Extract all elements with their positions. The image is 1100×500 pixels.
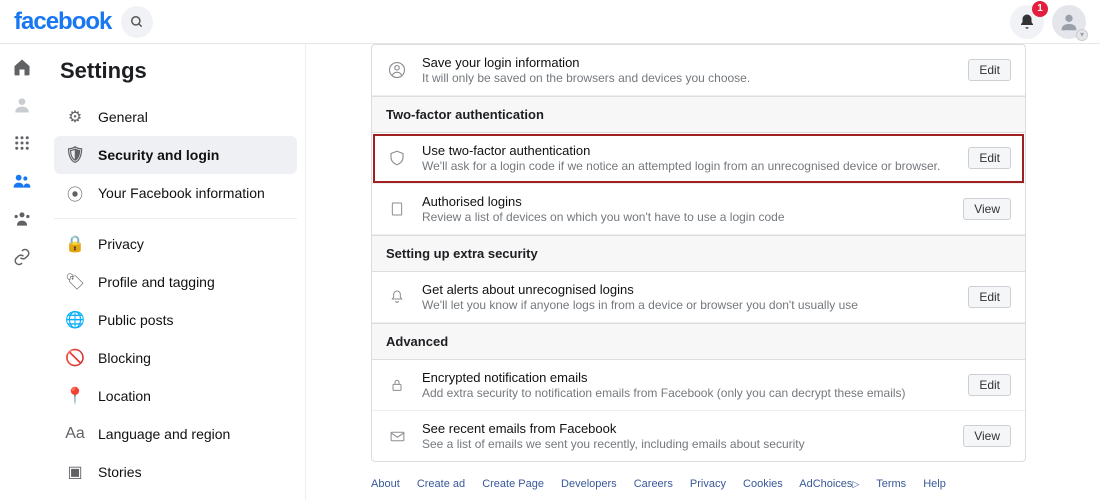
bell-icon xyxy=(1018,13,1036,31)
footer-link-adchoices[interactable]: AdChoices▷ xyxy=(799,478,859,490)
tag-icon: 🏷 xyxy=(64,271,86,293)
friends-icon[interactable] xyxy=(11,170,33,192)
nav-privacy[interactable]: 🔒Privacy xyxy=(54,225,297,263)
nav-journalist-resources[interactable]: 👤Journalist resources xyxy=(54,491,297,500)
device-icon xyxy=(386,201,408,217)
footer: About Create ad Create Page Developers C… xyxy=(371,478,1026,500)
nav-general[interactable]: ⚙General xyxy=(54,98,297,136)
section-extra-security: Setting up extra security xyxy=(372,235,1025,272)
shield-outline-icon xyxy=(386,149,408,167)
edit-button[interactable]: Edit xyxy=(968,286,1011,308)
row-get-alerts[interactable]: Get alerts about unrecognised logins We'… xyxy=(372,272,1025,323)
row-encrypted-emails[interactable]: Encrypted notification emails Add extra … xyxy=(372,360,1025,411)
blocking-icon: 🚫 xyxy=(64,347,86,369)
row-recent-emails[interactable]: See recent emails from Facebook See a li… xyxy=(372,411,1025,461)
lock-icon: 🔒 xyxy=(64,233,86,255)
notifications-button[interactable]: 1 xyxy=(1010,5,1044,39)
nav-blocking[interactable]: 🚫Blocking xyxy=(54,339,297,377)
footer-link[interactable]: Create ad xyxy=(417,478,465,490)
adchoices-icon: ▷ xyxy=(852,479,859,489)
envelope-icon xyxy=(386,428,408,445)
edit-button[interactable]: Edit xyxy=(968,147,1011,169)
row-title: Use two-factor authentication xyxy=(422,143,954,158)
row-desc: We'll let you know if anyone logs in fro… xyxy=(422,298,954,312)
nav-profile-and-tagging[interactable]: 🏷Profile and tagging xyxy=(54,263,297,301)
search-button[interactable] xyxy=(121,6,153,38)
row-desc: Review a list of devices on which you wo… xyxy=(422,210,949,224)
row-title: Authorised logins xyxy=(422,194,949,209)
grid-icon[interactable] xyxy=(11,132,33,154)
footer-link[interactable]: Terms xyxy=(876,478,906,490)
edit-button[interactable]: Edit xyxy=(968,374,1011,396)
top-bar: facebook 1 ▾ xyxy=(0,0,1100,44)
row-desc: It will only be saved on the browsers an… xyxy=(422,71,954,85)
person-circle-icon xyxy=(386,61,408,79)
padlock-icon xyxy=(386,377,408,393)
footer-link[interactable]: Developers xyxy=(561,478,617,490)
nav-security-and-login[interactable]: 🛡Security and login xyxy=(54,136,297,174)
facebook-logo[interactable]: facebook xyxy=(14,8,111,36)
groups-icon[interactable] xyxy=(11,208,33,230)
nav-location[interactable]: 📍Location xyxy=(54,377,297,415)
profile-rail-icon[interactable] xyxy=(11,94,33,116)
row-title: See recent emails from Facebook xyxy=(422,421,949,436)
row-title: Save your login information xyxy=(422,55,954,70)
footer-link[interactable]: Help xyxy=(923,478,946,490)
info-icon: ⦿ xyxy=(64,182,86,204)
footer-link[interactable]: About xyxy=(371,478,400,490)
row-desc: We'll ask for a login code if we notice … xyxy=(422,159,954,173)
stories-icon: ▣ xyxy=(64,461,86,483)
edit-button[interactable]: Edit xyxy=(968,59,1011,81)
globe-icon: 🌐 xyxy=(64,309,86,331)
view-button[interactable]: View xyxy=(963,198,1011,220)
home-icon[interactable] xyxy=(11,56,33,78)
content-area: Save your login information It will only… xyxy=(306,44,1100,500)
footer-link[interactable]: Cookies xyxy=(743,478,783,490)
notification-badge: 1 xyxy=(1032,1,1048,17)
chevron-down-icon: ▾ xyxy=(1076,29,1088,41)
footer-link[interactable]: Careers xyxy=(634,478,673,490)
nav-language-and-region[interactable]: AaLanguage and region xyxy=(54,415,297,453)
row-title: Encrypted notification emails xyxy=(422,370,954,385)
pin-icon: 📍 xyxy=(64,385,86,407)
settings-sidebar: Settings ⚙General 🛡Security and login ⦿Y… xyxy=(44,44,306,500)
settings-heading: Settings xyxy=(60,58,297,84)
footer-links: About Create ad Create Page Developers C… xyxy=(371,478,1026,490)
settings-panel: Save your login information It will only… xyxy=(371,44,1026,462)
language-icon: Aa xyxy=(64,423,86,445)
gear-icon: ⚙ xyxy=(64,106,86,128)
nav-stories[interactable]: ▣Stories xyxy=(54,453,297,491)
person-icon xyxy=(1058,11,1080,33)
search-icon xyxy=(130,15,144,29)
row-use-two-factor[interactable]: Use two-factor authentication We'll ask … xyxy=(372,133,1025,184)
view-button[interactable]: View xyxy=(963,425,1011,447)
link-icon[interactable] xyxy=(11,246,33,268)
bell-outline-icon xyxy=(386,289,408,305)
account-menu[interactable]: ▾ xyxy=(1052,5,1086,39)
nav-your-facebook-information[interactable]: ⦿Your Facebook information xyxy=(54,174,297,212)
footer-link[interactable]: Privacy xyxy=(690,478,726,490)
row-title: Get alerts about unrecognised logins xyxy=(422,282,954,297)
row-authorised-logins[interactable]: Authorised logins Review a list of devic… xyxy=(372,184,1025,235)
row-desc: Add extra security to notification email… xyxy=(422,386,954,400)
left-rail xyxy=(0,44,44,500)
nav-public-posts[interactable]: 🌐Public posts xyxy=(54,301,297,339)
section-two-factor: Two-factor authentication xyxy=(372,96,1025,133)
row-save-login[interactable]: Save your login information It will only… xyxy=(372,45,1025,96)
footer-link[interactable]: Create Page xyxy=(482,478,544,490)
section-advanced: Advanced xyxy=(372,323,1025,360)
shield-icon: 🛡 xyxy=(64,144,86,166)
row-desc: See a list of emails we sent you recentl… xyxy=(422,437,949,451)
